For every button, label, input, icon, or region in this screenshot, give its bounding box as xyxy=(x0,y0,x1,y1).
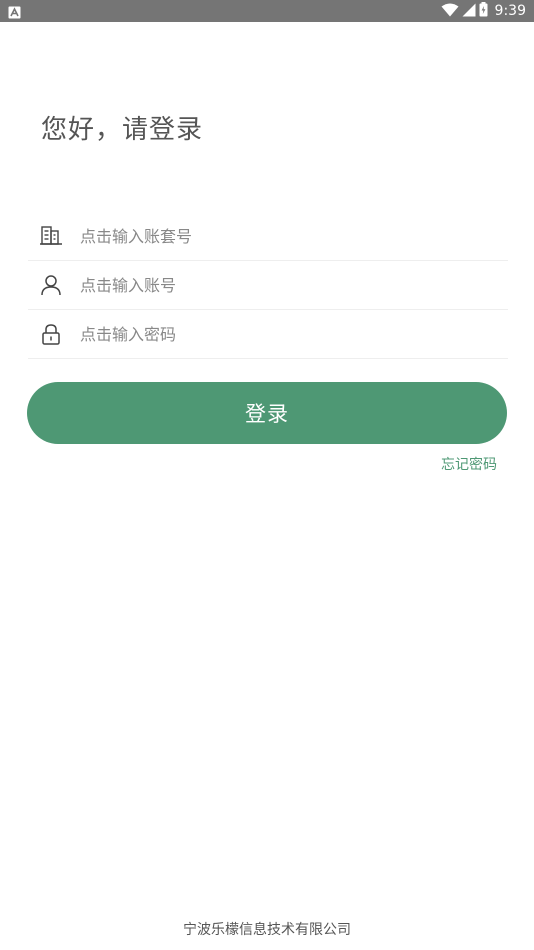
account-set-input[interactable] xyxy=(80,221,480,251)
lock-icon xyxy=(39,322,63,346)
signal-icon xyxy=(462,2,476,21)
password-input[interactable] xyxy=(80,319,480,349)
wifi-icon xyxy=(441,2,459,21)
building-icon xyxy=(39,224,63,248)
login-button[interactable]: 登录 xyxy=(27,382,507,444)
greeting-title: 您好，请登录 xyxy=(41,115,204,145)
battery-icon xyxy=(479,1,488,21)
notification-icon xyxy=(8,4,21,19)
account-input[interactable] xyxy=(80,270,480,300)
status-icons: 9:39 xyxy=(441,0,526,22)
account-field xyxy=(28,261,508,310)
footer-company: 宁波乐檬信息技术有限公司 xyxy=(183,922,351,938)
account-set-field xyxy=(28,212,508,261)
forgot-password-link[interactable]: 忘记密码 xyxy=(441,456,497,474)
status-time: 9:39 xyxy=(494,3,526,19)
status-bar: 9:39 xyxy=(0,0,534,22)
login-screen: 9:39 您好，请登录 点击输入账套号 点击输入账号 登录 忘记密码 宁波乐檬信… xyxy=(0,0,534,950)
user-icon xyxy=(39,273,63,297)
password-field xyxy=(28,310,508,359)
